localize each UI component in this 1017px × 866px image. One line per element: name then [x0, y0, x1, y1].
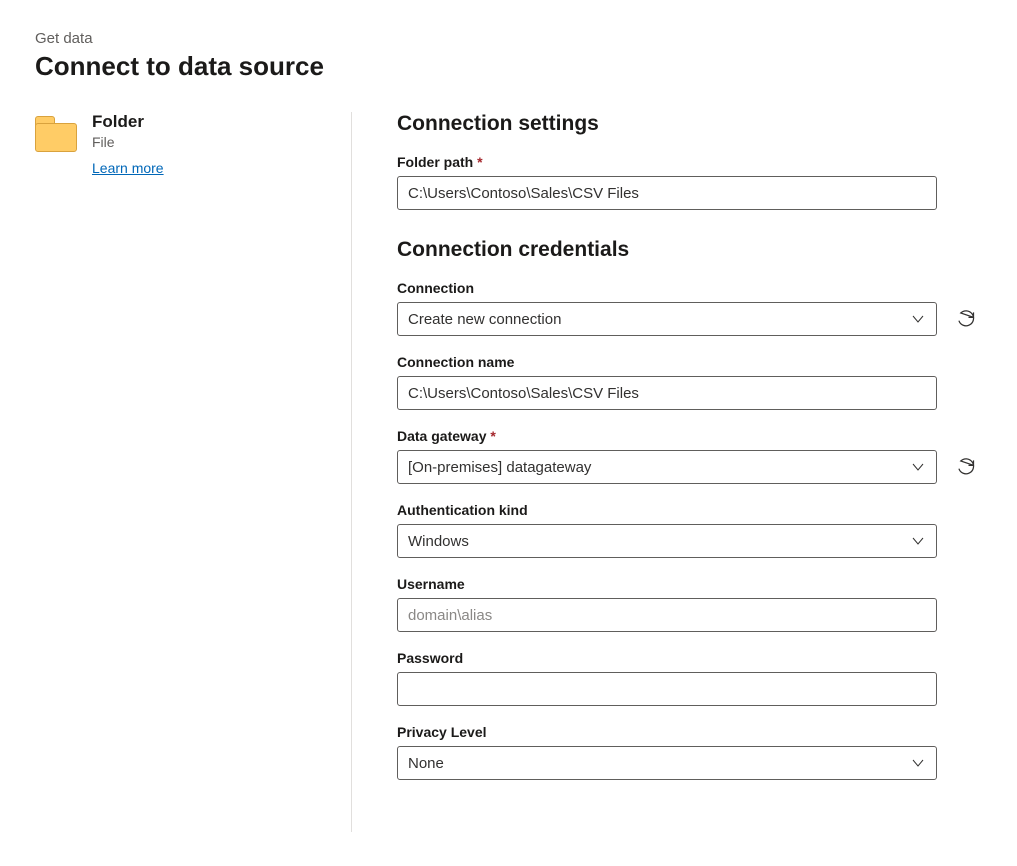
folder-path-label: Folder path *	[397, 154, 977, 170]
username-input[interactable]	[397, 598, 937, 632]
source-subtitle: File	[92, 134, 164, 150]
refresh-gateway-button[interactable]	[955, 456, 977, 478]
chevron-down-icon	[910, 311, 926, 327]
chevron-down-icon	[910, 755, 926, 771]
auth-kind-select[interactable]: Windows	[397, 524, 937, 558]
connection-credentials-heading: Connection credentials	[397, 238, 977, 262]
source-panel: Folder File Learn more	[35, 112, 352, 832]
learn-more-link[interactable]: Learn more	[92, 160, 164, 176]
refresh-connection-button[interactable]	[955, 308, 977, 330]
connection-name-label: Connection name	[397, 354, 977, 370]
page-title: Connect to data source	[35, 51, 982, 82]
auth-kind-label: Authentication kind	[397, 502, 977, 518]
data-gateway-select[interactable]: [On-premises] datagateway	[397, 450, 937, 484]
password-input[interactable]	[397, 672, 937, 706]
connection-name-input[interactable]	[397, 376, 937, 410]
chevron-down-icon	[910, 459, 926, 475]
password-label: Password	[397, 650, 977, 666]
folder-path-input[interactable]	[397, 176, 937, 210]
privacy-level-label: Privacy Level	[397, 724, 977, 740]
chevron-down-icon	[910, 533, 926, 549]
connection-label: Connection	[397, 280, 977, 296]
connection-settings-heading: Connection settings	[397, 112, 977, 136]
source-title: Folder	[92, 112, 164, 132]
data-gateway-label: Data gateway *	[397, 428, 977, 444]
form-panel: Connection settings Folder path * Connec…	[352, 112, 982, 832]
privacy-level-select[interactable]: None	[397, 746, 937, 780]
source-item-folder[interactable]: Folder File Learn more	[35, 112, 331, 178]
folder-icon	[35, 116, 77, 152]
username-label: Username	[397, 576, 977, 592]
breadcrumb: Get data	[35, 30, 982, 47]
connection-select[interactable]: Create new connection	[397, 302, 937, 336]
